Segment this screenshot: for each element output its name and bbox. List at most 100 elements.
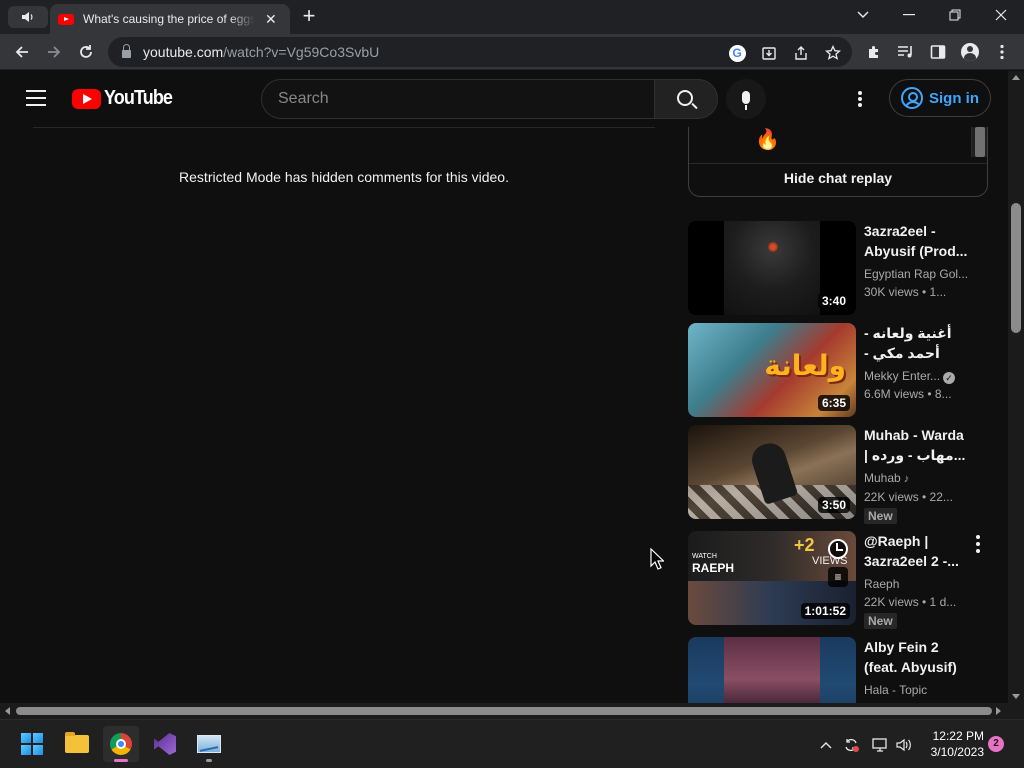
video-title[interactable]: أغنية ولعانه - أحمد مكي - الكبير الجزء..… <box>864 323 968 363</box>
lock-icon <box>122 44 131 58</box>
install-app-button[interactable] <box>760 44 778 62</box>
channel-name[interactable]: Muhab ♪ <box>864 469 968 488</box>
browser-tab-active[interactable]: What's causing the price of eggs to rise… <box>50 4 290 34</box>
recommended-video[interactable]: Alby Fein 2 (feat. Abyusif) Hala - Topic <box>688 637 998 703</box>
back-button[interactable] <box>10 40 34 64</box>
browser-toolbar: youtube.com/watch?v=Vg59Co3SvbU G <box>0 34 1024 70</box>
settings-menu-icon[interactable] <box>850 89 870 109</box>
youtube-logo[interactable]: YouTube <box>72 87 180 110</box>
chevron-down-icon <box>857 11 869 18</box>
media-controls-button[interactable] <box>896 42 916 62</box>
visual-studio-icon <box>154 733 176 755</box>
thumbnail-text: +2 <box>794 535 815 555</box>
search-icon <box>676 89 693 106</box>
chrome-taskbar-button[interactable] <box>103 726 139 762</box>
watch-later-icon[interactable] <box>828 539 848 559</box>
horizontal-scrollbar[interactable] <box>0 703 1008 719</box>
chrome-menu-button[interactable] <box>992 42 1012 62</box>
arrow-right-icon <box>48 46 61 58</box>
search-button[interactable] <box>654 79 718 119</box>
taskbar-clock[interactable]: 12:22 PM 3/10/2023 <box>920 728 984 760</box>
channel-name[interactable]: Raeph <box>864 575 968 593</box>
video-title[interactable]: Alby Fein 2 (feat. Abyusif) <box>864 637 968 677</box>
video-thumbnail[interactable]: WATCH RAEPH +2 VIEWS ≡ 1:01:52 <box>688 531 856 625</box>
clock-time: 12:22 PM <box>932 729 984 743</box>
search-box <box>261 79 655 119</box>
video-thumbnail[interactable]: ولعانة 6:35 <box>688 323 856 417</box>
youtube-logo-text: YouTube <box>104 87 173 109</box>
recommended-video[interactable]: WATCH RAEPH +2 VIEWS ≡ 1:01:52 @Raeph | … <box>688 531 998 629</box>
scroll-left-icon[interactable] <box>5 707 10 715</box>
clock-date: 3/10/2023 <box>930 745 984 759</box>
recommended-video[interactable]: ولعانة 6:35 أغنية ولعانه - أحمد مكي - ال… <box>688 323 998 419</box>
playlist-icon <box>898 46 912 58</box>
profile-icon <box>961 43 979 61</box>
sync-tray-icon[interactable] <box>843 720 859 768</box>
notification-badge[interactable]: 2 <box>988 736 1004 752</box>
voice-search-button[interactable] <box>726 79 766 119</box>
visual-studio-button[interactable] <box>147 726 183 762</box>
scroll-right-icon[interactable] <box>996 707 1001 715</box>
music-note-icon: ♪ <box>903 473 910 485</box>
add-to-queue-icon[interactable]: ≡ <box>828 567 848 587</box>
more-vert-icon <box>1000 44 1004 60</box>
video-thumbnail[interactable]: 3:50 <box>688 425 856 519</box>
video-thumbnail[interactable]: 3:40 <box>688 221 856 315</box>
channel-name[interactable]: Egyptian Rap Gol... <box>864 265 968 283</box>
video-title[interactable]: @Raeph | 3azra2eel 2 -... <box>864 531 968 571</box>
reload-button[interactable] <box>74 40 98 64</box>
close-window-button[interactable] <box>978 0 1024 30</box>
google-lens-button[interactable]: G <box>728 44 746 62</box>
channel-name[interactable]: Hala - Topic <box>864 681 968 699</box>
scrollbar-thumb[interactable] <box>16 707 992 715</box>
tab-title: What's causing the price of eggs to rise… <box>83 12 255 26</box>
windows-logo-icon <box>21 733 43 755</box>
video-metadata: 22K views • 22... <box>864 490 953 504</box>
recommended-video[interactable]: 3:50 Muhab - Warda | مهاب - ورده... Muha… <box>688 425 998 524</box>
video-metadata: 6.6M views • 8... <box>864 387 952 401</box>
recommended-video[interactable]: 3:40 3azra2eel - Abyusif (Prod... Egypti… <box>688 221 998 317</box>
volume-tray-icon[interactable] <box>895 720 913 768</box>
video-title[interactable]: 3azra2eel - Abyusif (Prod... <box>864 221 968 261</box>
more-actions-icon[interactable] <box>974 535 982 553</box>
forward-button[interactable] <box>42 40 66 64</box>
search-input[interactable] <box>278 90 654 108</box>
sign-in-button[interactable]: Sign in <box>889 79 991 117</box>
network-tray-icon[interactable] <box>871 720 889 768</box>
thumbnail-text: WATCH <box>692 553 717 560</box>
restore-button[interactable] <box>932 0 978 30</box>
share-button[interactable] <box>792 44 810 62</box>
profile-button[interactable] <box>960 42 980 62</box>
address-bar[interactable]: youtube.com/watch?v=Vg59Co3SvbU G <box>108 37 852 67</box>
tab-search-button[interactable] <box>840 0 886 30</box>
sync-icon <box>845 738 859 752</box>
side-panel-button[interactable] <box>928 42 948 62</box>
hide-chat-replay-button[interactable]: Hide chat replay <box>689 163 987 197</box>
new-tab-button[interactable]: + <box>298 5 320 28</box>
extensions-button[interactable] <box>864 42 884 62</box>
minimize-button[interactable] <box>886 0 932 30</box>
video-duration: 3:50 <box>817 497 850 513</box>
start-button[interactable] <box>14 726 50 762</box>
scroll-down-icon[interactable] <box>1012 694 1020 699</box>
vertical-scrollbar[interactable] <box>1008 71 1024 703</box>
scroll-up-icon[interactable] <box>1012 75 1020 80</box>
video-thumbnail[interactable] <box>688 637 856 703</box>
video-title[interactable]: Muhab - Warda | مهاب - ورده... <box>864 425 968 465</box>
scrollbar-thumb[interactable] <box>1011 203 1021 333</box>
file-explorer-button[interactable] <box>59 726 95 762</box>
account-circle-icon <box>901 87 923 109</box>
channel-name[interactable]: Mekky Enter... ✓ <box>864 367 968 385</box>
tab-close-icon[interactable]: ✕ <box>265 12 277 26</box>
resource-monitor-button[interactable] <box>191 726 227 762</box>
video-metadata: 22K views • 1 d... <box>864 595 957 609</box>
speaker-icon <box>22 12 33 22</box>
guide-menu-icon[interactable] <box>26 90 46 106</box>
channel-name-text: Muhab <box>864 471 901 485</box>
show-hidden-icons-button[interactable] <box>820 720 832 768</box>
bookmark-button[interactable] <box>824 44 842 62</box>
tab-audio-indicator[interactable] <box>8 6 48 28</box>
video-metadata: 30K views • 1... <box>864 285 947 299</box>
chat-scrollbar[interactable] <box>971 127 987 157</box>
youtube-masthead: YouTube Sign in <box>0 71 1008 127</box>
